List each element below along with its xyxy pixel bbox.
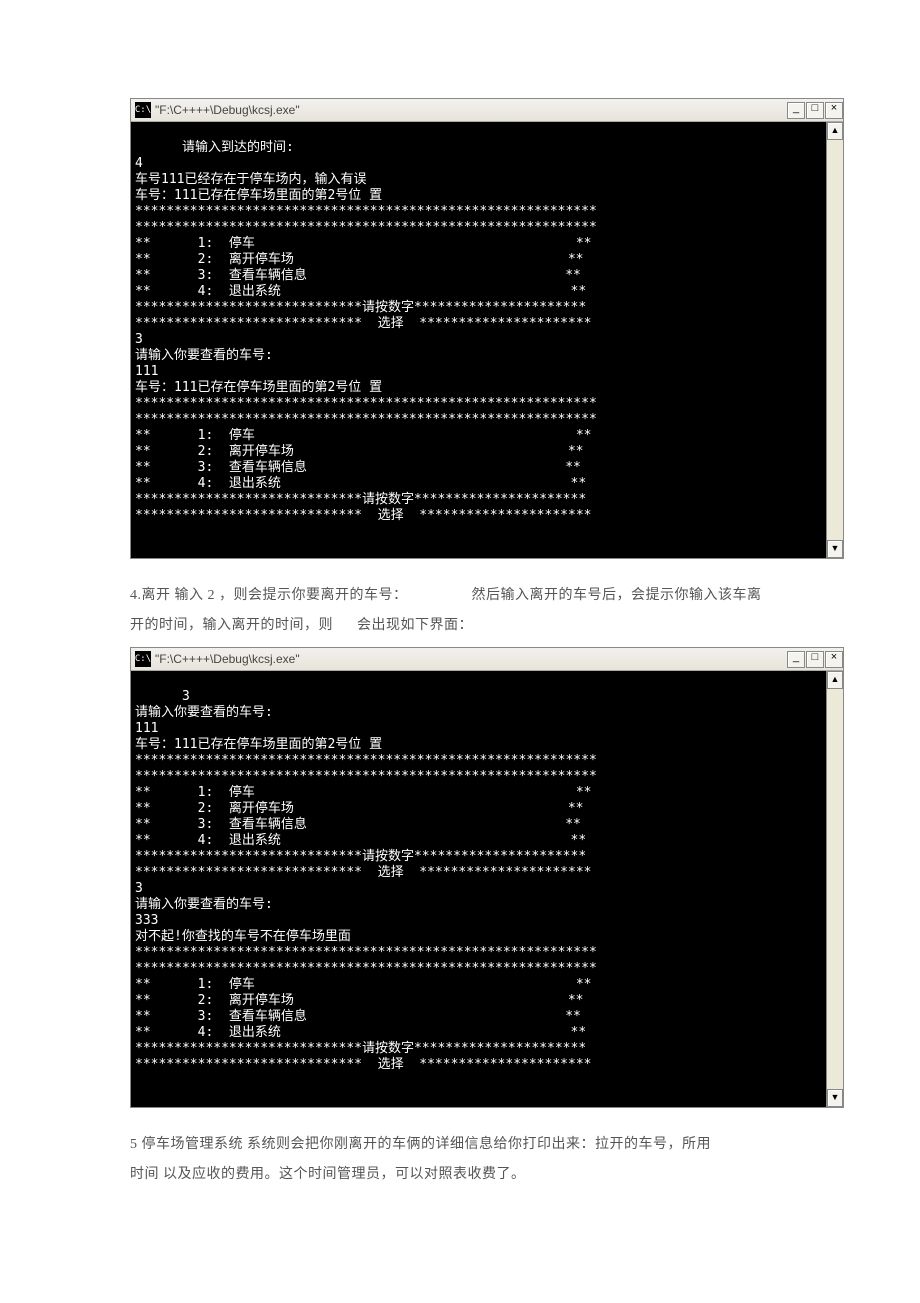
scroll-track[interactable]	[827, 140, 843, 540]
text: 开的时间，输入离开的时间，则	[130, 613, 333, 639]
maximize-button[interactable]: □	[806, 102, 824, 119]
window-buttons: _ □ ×	[786, 651, 843, 668]
console-line: ****************************************…	[135, 396, 597, 411]
console-line: 车号111已经存在于停车场内，输入有误	[135, 172, 366, 187]
cmd-icon: C:\	[135, 102, 151, 118]
scroll-down-icon[interactable]: ▼	[827, 1089, 843, 1107]
minimize-button[interactable]: _	[787, 651, 805, 668]
titlebar: C:\ "F:\C++++\Debug\kcsj.exe" _ □ ×	[131, 99, 843, 122]
close-button[interactable]: ×	[825, 651, 843, 668]
console-line: ***************************** 选择 *******…	[135, 316, 591, 331]
console-line: 请输入你要查看的车号:	[135, 705, 273, 720]
text: 然后输入离开的车号后，会提示你输入该车离	[472, 583, 762, 609]
scroll-down-icon[interactable]: ▼	[827, 540, 843, 558]
console-output: 请输入到达的时间: 4 车号111已经存在于停车场内，输入有误 车号：111已存…	[131, 122, 826, 558]
console-line: ***************************** 选择 *******…	[135, 1057, 591, 1072]
console-line: 333	[135, 913, 158, 928]
console-line: ** 1: 停车 **	[135, 236, 591, 251]
console-line: 3	[135, 332, 143, 347]
console-line: 车号：111已存在停车场里面的第2号位 置	[135, 380, 382, 395]
console-line: 111	[135, 721, 158, 736]
console-line: ** 4: 退出系统 **	[135, 833, 586, 848]
text: 5 停车场管理系统 系统则会把你刚离开的车俩的详细信息给你打印出来：拉开的车号，…	[130, 1132, 711, 1158]
console-window-1: C:\ "F:\C++++\Debug\kcsj.exe" _ □ × 请输入到…	[130, 98, 844, 559]
console-line: 请输入你要查看的车号:	[135, 897, 273, 912]
console-line: ****************************************…	[135, 769, 597, 784]
scroll-up-icon[interactable]: ▲	[827, 671, 843, 689]
console-line: *****************************请按数字*******…	[135, 300, 586, 315]
window-buttons: _ □ ×	[786, 102, 843, 119]
console-line: *****************************请按数字*******…	[135, 849, 586, 864]
console-line: 车号：111已存在停车场里面的第2号位 置	[135, 188, 382, 203]
minimize-button[interactable]: _	[787, 102, 805, 119]
console-line: 对不起!你查找的车号不在停车场里面	[135, 929, 351, 944]
window-title: "F:\C++++\Debug\kcsj.exe"	[155, 103, 786, 117]
console-line: ** 1: 停车 **	[135, 977, 591, 992]
console-line: 请输入到达的时间:	[182, 140, 294, 155]
console-line: *****************************请按数字*******…	[135, 1041, 586, 1056]
scrollbar[interactable]: ▲ ▼	[826, 122, 843, 558]
console-line: ** 2: 离开停车场 **	[135, 801, 584, 816]
scrollbar[interactable]: ▲ ▼	[826, 671, 843, 1107]
scroll-up-icon[interactable]: ▲	[827, 122, 843, 140]
console-line: ****************************************…	[135, 753, 597, 768]
console-line: ** 4: 退出系统 **	[135, 476, 586, 491]
console-line: ***************************** 选择 *******…	[135, 508, 591, 523]
console-line: ** 4: 退出系统 **	[135, 284, 586, 299]
maximize-button[interactable]: □	[806, 651, 824, 668]
text: 时间 以及应收的费用。这个时间管理员，可以对照表收费了。	[130, 1162, 526, 1188]
console-line: 车号：111已存在停车场里面的第2号位 置	[135, 737, 382, 752]
window-title: "F:\C++++\Debug\kcsj.exe"	[155, 652, 786, 666]
close-button[interactable]: ×	[825, 102, 843, 119]
paragraph-5-line2: 时间 以及应收的费用。这个时间管理员，可以对照表收费了。	[130, 1162, 790, 1188]
console-line: ** 3: 查看车辆信息 **	[135, 460, 581, 475]
console-line: ****************************************…	[135, 961, 597, 976]
console-line: ** 1: 停车 **	[135, 785, 591, 800]
console-line: ** 4: 退出系统 **	[135, 1025, 586, 1040]
console-line: ** 2: 离开停车场 **	[135, 252, 584, 267]
console-line: 111	[135, 364, 158, 379]
console-line: 3	[182, 689, 190, 704]
titlebar: C:\ "F:\C++++\Debug\kcsj.exe" _ □ ×	[131, 648, 843, 671]
scroll-track[interactable]	[827, 689, 843, 1089]
console-line: ** 2: 离开停车场 **	[135, 444, 584, 459]
paragraph-4-line1: 4.离开 输入 2 ，则会提示你要离开的车号： 然后输入离开的车号后，会提示你输…	[130, 583, 790, 609]
console-line: ** 3: 查看车辆信息 **	[135, 1009, 581, 1024]
console-line: 3	[135, 881, 143, 896]
text: 4.离开 输入 2 ，则会提示你要离开的车号：	[130, 583, 408, 609]
cmd-icon: C:\	[135, 651, 151, 667]
console-line: 请输入你要查看的车号:	[135, 348, 273, 363]
console-line: ****************************************…	[135, 220, 597, 235]
console-line: ** 1: 停车 **	[135, 428, 591, 443]
console-line: ****************************************…	[135, 204, 597, 219]
text: 会出现如下界面：	[357, 613, 473, 639]
console-line: ***************************** 选择 *******…	[135, 865, 591, 880]
console-line: ** 2: 离开停车场 **	[135, 993, 584, 1008]
console-window-2: C:\ "F:\C++++\Debug\kcsj.exe" _ □ × 3 请输…	[130, 647, 844, 1108]
console-line: ** 3: 查看车辆信息 **	[135, 268, 581, 283]
paragraph-4-line2: 开的时间，输入离开的时间，则 会出现如下界面：	[130, 613, 790, 639]
console-line: *****************************请按数字*******…	[135, 492, 586, 507]
paragraph-5-line1: 5 停车场管理系统 系统则会把你刚离开的车俩的详细信息给你打印出来：拉开的车号，…	[130, 1132, 790, 1158]
console-line: 4	[135, 156, 143, 171]
console-line: ** 3: 查看车辆信息 **	[135, 817, 581, 832]
console-output: 3 请输入你要查看的车号: 111 车号：111已存在停车场里面的第2号位 置 …	[131, 671, 826, 1107]
console-line: ****************************************…	[135, 412, 597, 427]
console-line: ****************************************…	[135, 945, 597, 960]
